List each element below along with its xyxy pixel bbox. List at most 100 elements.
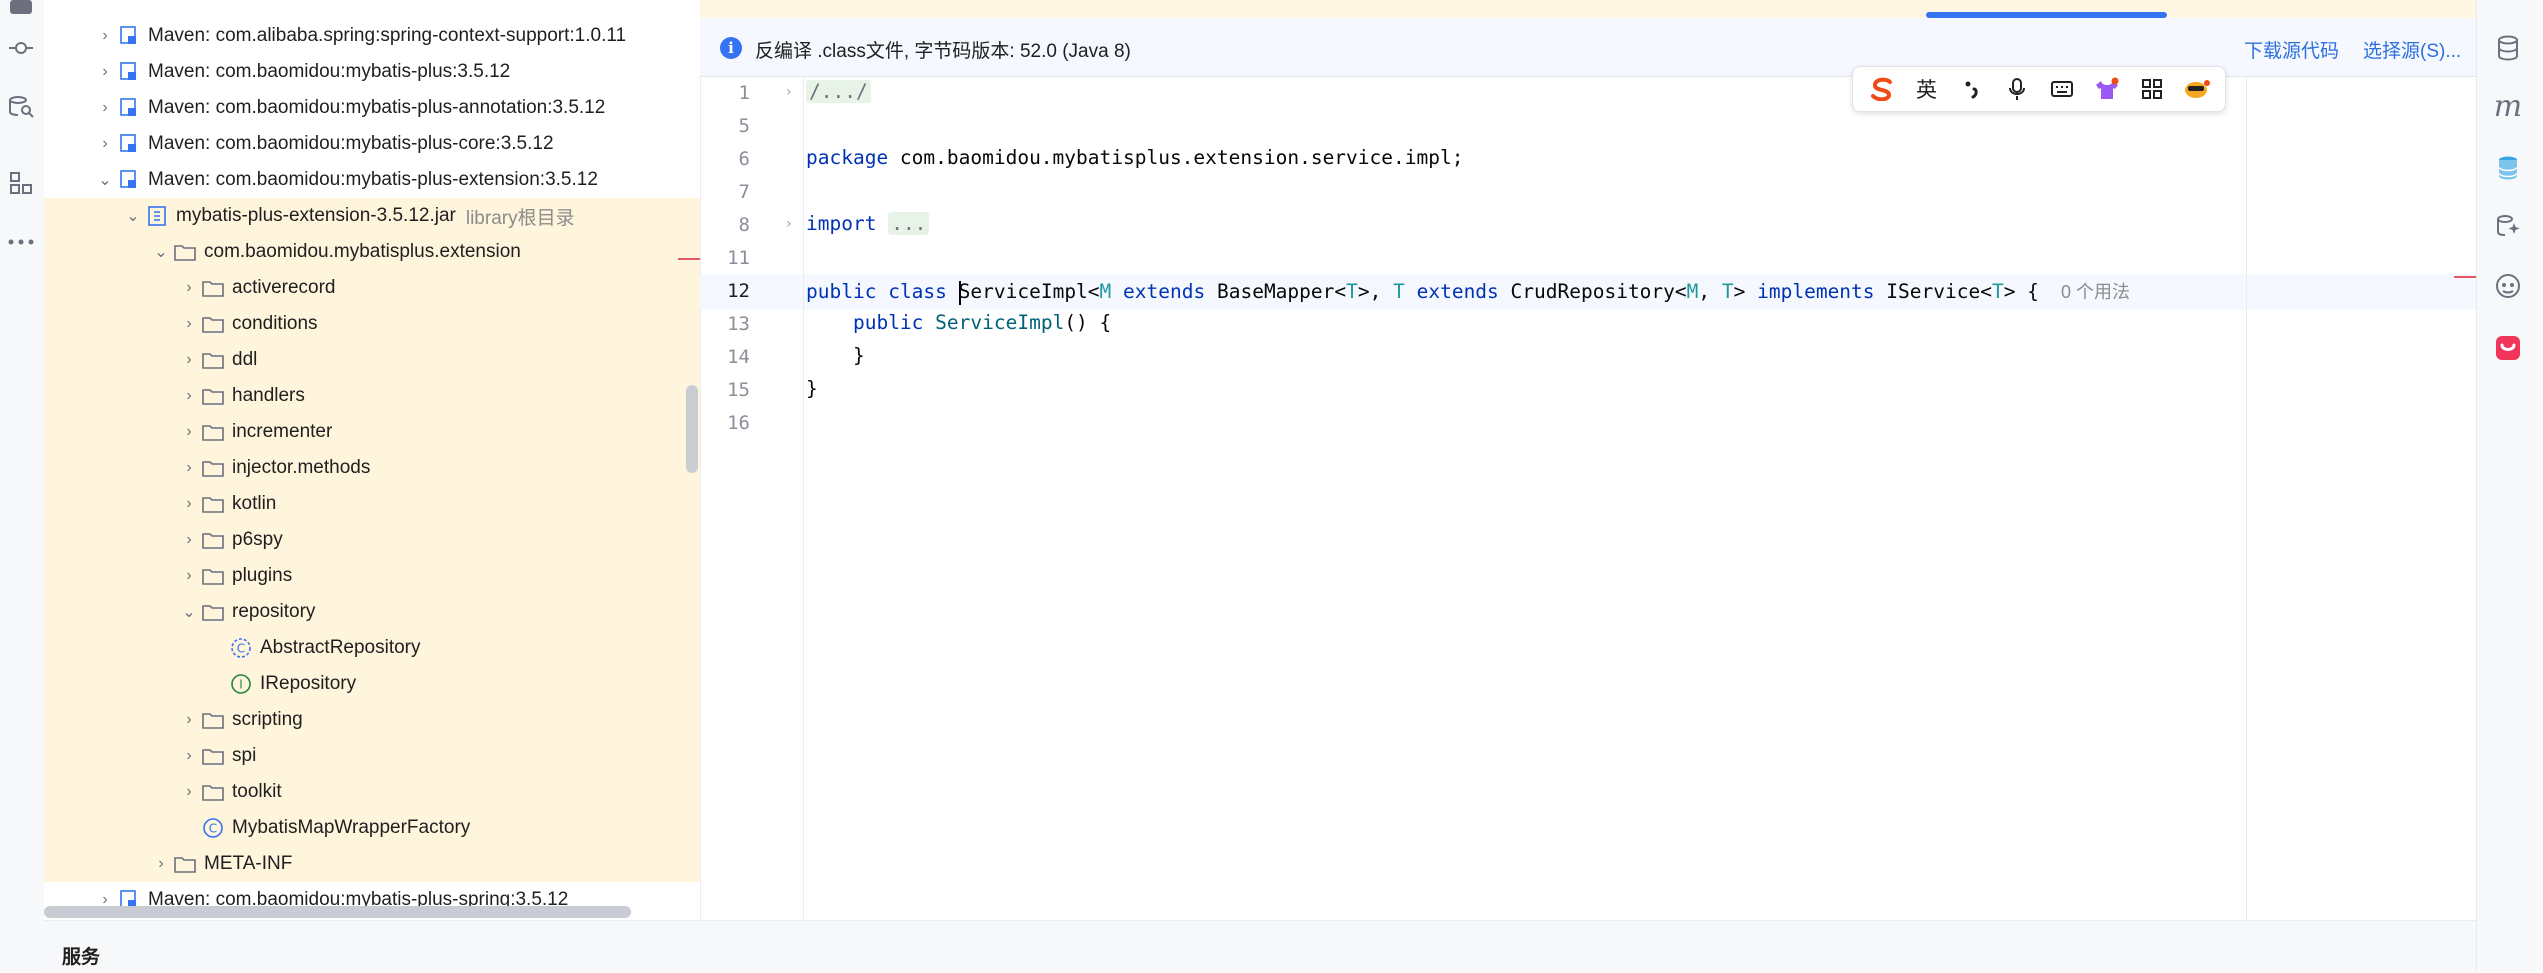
choose-sources-link[interactable]: 选择源(S)... <box>2363 36 2461 63</box>
chevron-down-icon[interactable]: ⌄ <box>94 170 116 190</box>
chevron-right-icon[interactable]: › <box>178 711 200 729</box>
chevron-down-icon[interactable]: ⌄ <box>122 206 144 226</box>
tree-row[interactable]: C MybatisMapWrapperFactory <box>44 810 700 846</box>
tree-row-label: spi <box>232 745 257 766</box>
tree-row[interactable]: › plugins <box>44 558 700 594</box>
left-tool-strip <box>0 0 45 972</box>
library-icon <box>116 61 142 83</box>
microphone-icon[interactable] <box>2000 72 2034 106</box>
punct: } <box>806 377 818 400</box>
folded-header[interactable]: /.../ <box>806 80 871 103</box>
package-name: com.baomidou.mybatisplus.extension.servi… <box>888 146 1464 169</box>
tree-vertical-scrollbar[interactable] <box>686 385 698 473</box>
mascot-icon[interactable] <box>2180 72 2214 106</box>
sogou-logo-icon[interactable] <box>1865 72 1899 106</box>
tree-row[interactable]: › Maven: com.baomidou:mybatis-plus-annot… <box>44 90 700 126</box>
chevron-right-icon[interactable]: › <box>178 387 200 405</box>
download-sources-link[interactable]: 下载源代码 <box>2244 36 2339 63</box>
line-number: 16 <box>727 412 750 434</box>
code-line-15: } <box>806 377 818 400</box>
tree-row[interactable]: › toolkit <box>44 774 700 810</box>
folder-icon <box>200 313 226 335</box>
chevron-right-icon[interactable]: › <box>178 495 200 513</box>
chevron-right-icon[interactable]: › <box>178 459 200 477</box>
tree-row[interactable]: I IRepository <box>44 666 700 702</box>
usages-hint[interactable]: 0 个用法 <box>2061 282 2130 302</box>
tree-row-label: repository <box>232 601 316 622</box>
right-tool-strip <box>2476 0 2543 972</box>
chevron-right-icon[interactable]: › <box>94 63 116 81</box>
tree-row[interactable]: › injector.methods <box>44 450 700 486</box>
tree-row[interactable]: › scripting <box>44 702 700 738</box>
tree-horizontal-scrollbar[interactable] <box>44 906 631 918</box>
chevron-right-icon[interactable]: › <box>178 351 200 369</box>
tree-row[interactable]: › Maven: com.baomidou:mybatis-plus:3.5.1… <box>44 54 700 90</box>
chevron-right-icon[interactable]: › <box>150 855 172 873</box>
tree-row-package[interactable]: ⌄ com.baomidou.mybatisplus.extension <box>44 234 700 270</box>
chevron-down-icon[interactable]: ⌄ <box>178 602 200 622</box>
tree-row[interactable]: › incrementer <box>44 414 700 450</box>
tree-row[interactable]: › p6spy <box>44 522 700 558</box>
tree-row[interactable]: C AbstractRepository <box>44 630 700 666</box>
database-stack-icon[interactable] <box>2490 150 2526 186</box>
chevron-right-icon[interactable]: › <box>178 423 200 441</box>
tree-row[interactable]: ⌄ repository <box>44 594 700 630</box>
ime-language-toggle[interactable]: 英 <box>1910 72 1944 106</box>
chevron-down-icon[interactable]: ⌄ <box>150 242 172 262</box>
ai-assistant-icon[interactable] <box>2490 208 2526 244</box>
chevron-right-icon[interactable]: › <box>178 747 200 765</box>
folded-imports[interactable]: ... <box>888 212 930 235</box>
line-number: 13 <box>727 313 750 335</box>
plugin-red-icon[interactable] <box>2490 330 2526 366</box>
skin-shirt-icon[interactable] <box>2090 72 2124 106</box>
structure-icon[interactable] <box>6 168 36 198</box>
folder-icon <box>200 277 226 299</box>
tree-row-label: injector.methods <box>232 457 371 478</box>
tree-row[interactable]: ⌄ Maven: com.baomidou:mybatis-plus-exten… <box>44 162 700 198</box>
chevron-right-icon[interactable]: › <box>178 315 200 333</box>
chevron-right-icon[interactable]: › <box>94 99 116 117</box>
punct: () { <box>1064 311 1112 334</box>
fold-expand-icon[interactable]: › <box>786 84 792 100</box>
commit-icon[interactable] <box>6 33 36 63</box>
tree-row-label: conditions <box>232 313 318 334</box>
copilot-icon[interactable] <box>2490 268 2526 304</box>
ime-toolbar: 英 <box>1852 66 2226 112</box>
tree-row[interactable]: › activerecord <box>44 270 700 306</box>
punctuation-icon[interactable] <box>1955 72 1989 106</box>
services-tab[interactable]: 服务 <box>62 942 100 969</box>
chevron-right-icon[interactable]: › <box>178 567 200 585</box>
folder-icon <box>200 529 226 551</box>
more-icon[interactable] <box>6 227 36 257</box>
tree-row-jar[interactable]: ⌄ mybatis-plus-extension-3.5.12.jar libr… <box>44 198 700 234</box>
tree-row[interactable]: › kotlin <box>44 486 700 522</box>
chevron-right-icon[interactable]: › <box>178 531 200 549</box>
tree-row-label: incrementer <box>232 421 333 442</box>
keyboard-icon[interactable] <box>2045 72 2079 106</box>
punct: } <box>852 344 865 367</box>
database-search-icon[interactable] <box>6 92 36 122</box>
tree-row[interactable]: › spi <box>44 738 700 774</box>
chevron-right-icon[interactable]: › <box>94 135 116 153</box>
chevron-right-icon[interactable]: › <box>94 27 116 45</box>
toolbox-grid-icon[interactable] <box>2135 72 2169 106</box>
folder-icon <box>200 349 226 371</box>
fold-expand-icon[interactable]: › <box>786 216 792 232</box>
punct: >, <box>1357 280 1394 303</box>
maven-icon[interactable]: m <box>2490 88 2526 124</box>
tree-row[interactable]: › Maven: com.alibaba.spring:spring-conte… <box>44 18 700 54</box>
tree-row[interactable]: › ddl <box>44 342 700 378</box>
tree-row-label: Maven: com.alibaba.spring:spring-context… <box>148 25 627 46</box>
tool-window-icon[interactable] <box>6 0 36 22</box>
tree-row[interactable]: › META-INF <box>44 846 700 882</box>
tree-row[interactable]: › handlers <box>44 378 700 414</box>
svg-text:C: C <box>209 822 217 836</box>
tree-row[interactable]: › conditions <box>44 306 700 342</box>
punct: < <box>1087 280 1100 303</box>
error-stripe-marker[interactable] <box>2454 276 2476 278</box>
chevron-right-icon[interactable]: › <box>178 279 200 297</box>
tree-row[interactable]: › Maven: com.baomidou:mybatis-plus-core:… <box>44 126 700 162</box>
chevron-right-icon[interactable]: › <box>178 783 200 801</box>
database-icon[interactable] <box>2490 30 2526 66</box>
code-editor[interactable] <box>700 0 2477 920</box>
